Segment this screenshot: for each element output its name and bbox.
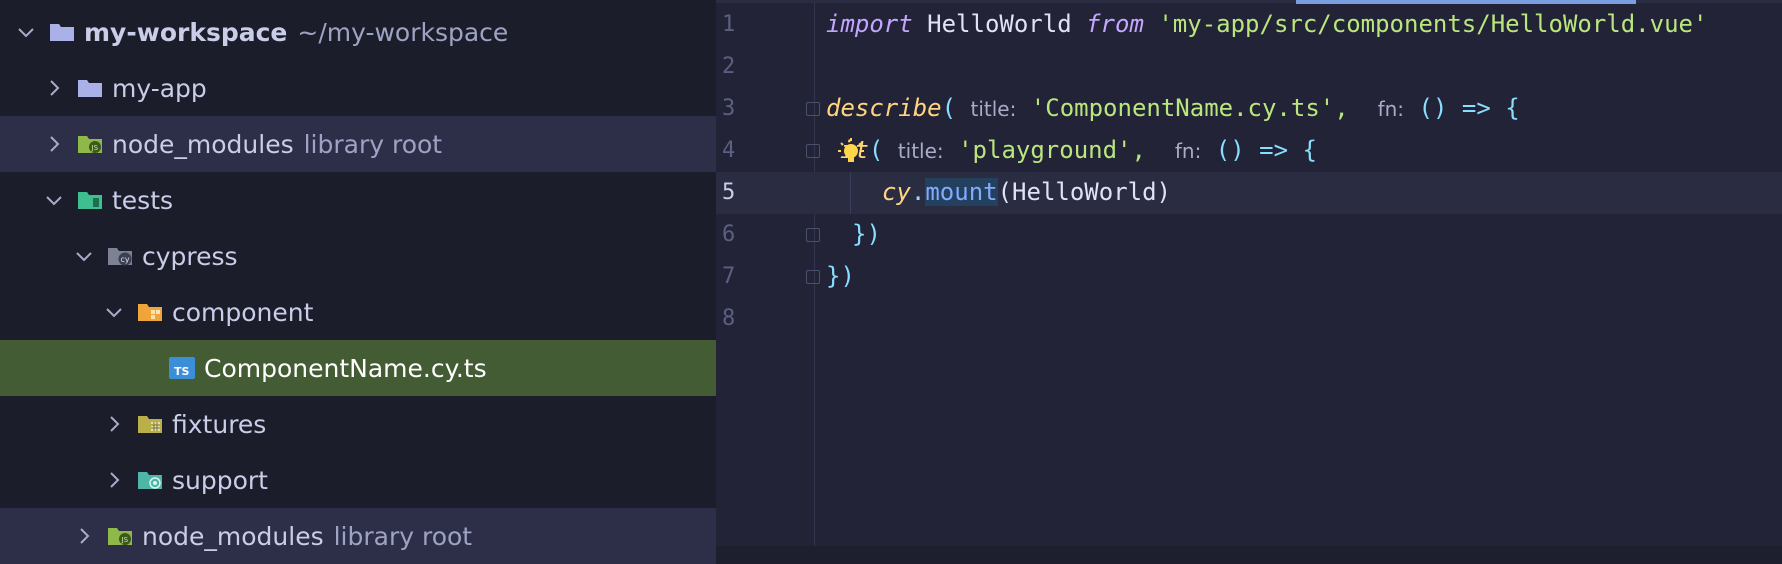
- nodejs-folder-icon: JS: [108, 528, 132, 545]
- method-mount: mount: [925, 178, 998, 206]
- test-folder-icon: [78, 192, 102, 209]
- nodejs-folder-icon: JS: [78, 136, 102, 153]
- arrow-function: () => {: [1215, 136, 1317, 164]
- tree-row-fixtures[interactable]: fixtures: [0, 396, 716, 452]
- param-hint-title: title:: [970, 97, 1017, 121]
- string-literal: 'my-app/src/components/HelloWorld.vue': [1158, 10, 1708, 38]
- tree-label: ComponentName.cy.ts: [204, 353, 487, 383]
- fold-marker[interactable]: [806, 144, 820, 158]
- code-text: import HelloWorld from 'my-app/src/compo…: [826, 10, 1707, 38]
- line-number: 4: [722, 138, 736, 163]
- tree-label: tests: [112, 185, 174, 215]
- line-number: 5: [722, 180, 736, 205]
- param-hint-fn: fn:: [1174, 139, 1202, 163]
- code-text: }): [852, 220, 881, 248]
- fold-marker[interactable]: [806, 102, 820, 116]
- lightbulb-icon[interactable]: [836, 136, 866, 166]
- tree-label: node_modules: [142, 521, 324, 551]
- line-number: 6: [722, 222, 736, 247]
- svg-text:cy: cy: [121, 255, 130, 264]
- tree-label: support: [172, 465, 268, 495]
- call-args: (HelloWorld): [997, 178, 1171, 206]
- svg-text:JS: JS: [121, 536, 129, 544]
- string-literal: 'ComponentName.cy.ts',: [1030, 94, 1349, 122]
- tree-row-componentname-cy-ts[interactable]: TS ComponentName.cy.ts: [0, 340, 716, 396]
- fold-marker[interactable]: [806, 270, 820, 284]
- cypress-folder-icon: cy: [108, 248, 132, 266]
- fixtures-folder-icon: [138, 416, 162, 433]
- tree-label: node_modules: [112, 129, 294, 159]
- line-number: 3: [722, 96, 736, 121]
- fold-marker[interactable]: [806, 228, 820, 242]
- param-hint-title: title:: [897, 139, 944, 163]
- code-line-6[interactable]: 6 }): [716, 214, 1782, 256]
- chevron-right-icon[interactable]: [104, 470, 124, 490]
- tree-row-tests[interactable]: tests: [0, 172, 716, 228]
- line-number: 1: [722, 12, 736, 37]
- project-tree: my-workspace ~/my-workspace my-app JS no…: [0, 0, 716, 564]
- tree-row-my-app[interactable]: my-app: [0, 60, 716, 116]
- arrow-function: () => {: [1418, 94, 1520, 122]
- tree-row-my-workspace[interactable]: my-workspace ~/my-workspace: [0, 4, 716, 60]
- code-text: }): [826, 262, 855, 290]
- folder-icon: [78, 80, 102, 97]
- tree-row-support[interactable]: support: [0, 452, 716, 508]
- tree-row-node-modules-2[interactable]: JS node_modules library root: [0, 508, 716, 564]
- code-line-1[interactable]: 1 import HelloWorld from 'my-app/src/com…: [716, 4, 1782, 46]
- identifier-cy: cy: [882, 178, 911, 206]
- folder-icon: [50, 24, 74, 41]
- code-editor[interactable]: 1 import HelloWorld from 'my-app/src/com…: [716, 0, 1782, 546]
- chevron-right-icon[interactable]: [44, 78, 64, 98]
- code-line-5[interactable]: 5 cy.mount(HelloWorld): [716, 172, 1782, 214]
- tree-hint: library root: [303, 129, 443, 159]
- identifier: HelloWorld: [927, 10, 1072, 38]
- chevron-down-icon[interactable]: [74, 246, 94, 266]
- param-hint-fn: fn:: [1377, 97, 1405, 121]
- active-tab-indicator: [1296, 0, 1636, 4]
- chevron-right-icon[interactable]: [44, 134, 64, 154]
- code-text: describe( title: 'ComponentName.cy.ts', …: [826, 94, 1520, 122]
- tree-hint: ~/my-workspace: [297, 17, 509, 47]
- code-line-3[interactable]: 3 describe( title: 'ComponentName.cy.ts'…: [716, 88, 1782, 130]
- typescript-file-icon: TS: [169, 357, 195, 379]
- chevron-down-icon[interactable]: [44, 190, 64, 210]
- closing-brace: }): [852, 220, 881, 248]
- chevron-right-icon[interactable]: [74, 526, 94, 546]
- code-line-7[interactable]: 7 }): [716, 256, 1782, 298]
- line-number: 2: [722, 54, 736, 79]
- svg-text:JS: JS: [91, 144, 99, 152]
- tree-label: fixtures: [172, 409, 267, 439]
- component-folder-icon: [138, 304, 162, 321]
- chevron-down-icon[interactable]: [104, 302, 124, 322]
- tree-row-component[interactable]: component: [0, 284, 716, 340]
- string-literal: 'playground',: [958, 136, 1146, 164]
- chevron-down-icon[interactable]: [16, 22, 36, 42]
- code-text: it( title: 'playground', fn: () => {: [840, 136, 1317, 164]
- indent-guide: [850, 172, 851, 214]
- tree-label: component: [172, 297, 314, 327]
- tree-row-cypress[interactable]: cy cypress: [0, 228, 716, 284]
- tree-label: my-app: [112, 73, 207, 103]
- closing-brace: }): [826, 262, 855, 290]
- line-number: 7: [722, 264, 736, 289]
- function-describe: describe: [826, 94, 942, 122]
- code-line-2[interactable]: 2: [716, 46, 1782, 88]
- keyword-from: from: [1086, 10, 1144, 38]
- svg-text:TS: TS: [174, 365, 190, 378]
- code-line-8[interactable]: 8: [716, 298, 1782, 340]
- chevron-right-icon[interactable]: [104, 414, 124, 434]
- tree-hint: library root: [333, 521, 473, 551]
- tree-label: my-workspace: [84, 17, 288, 47]
- support-folder-icon: [138, 472, 162, 489]
- code-line-4[interactable]: 4 it( title: 'playground', fn: () => {: [716, 130, 1782, 172]
- tree-label: cypress: [142, 241, 238, 271]
- tree-row-node-modules[interactable]: JS node_modules library root: [0, 116, 716, 172]
- keyword-import: import: [826, 10, 913, 38]
- line-number: 8: [722, 306, 736, 331]
- code-text: cy.mount(HelloWorld): [882, 178, 1171, 206]
